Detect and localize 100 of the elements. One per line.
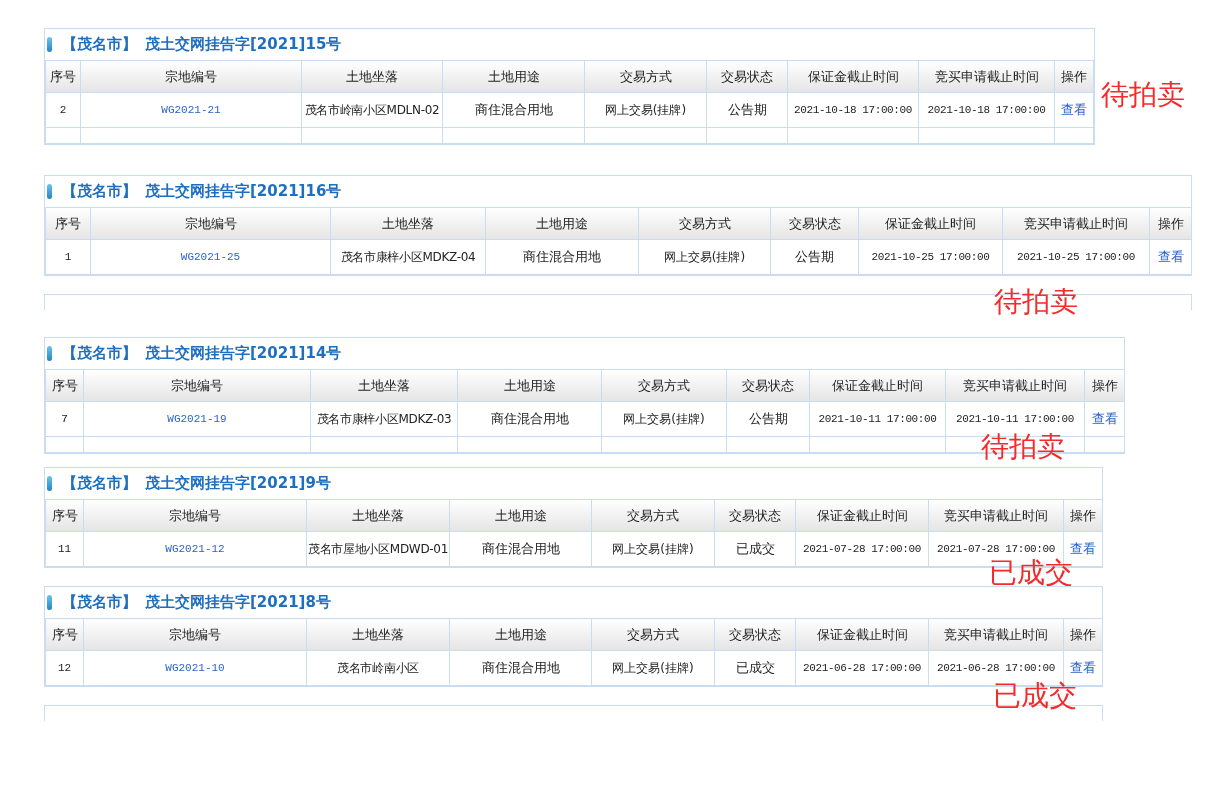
parcel-code-link[interactable]: WG2021-12: [165, 542, 225, 555]
land-location: 茂名市屋地小区MDWD-01: [307, 542, 449, 556]
application-deadline: 2021-10-11 17:00:00: [956, 412, 1074, 425]
column-header: 交易方式: [619, 68, 672, 84]
column-header: 竞买申请截止时间: [944, 507, 1048, 523]
column-header: 土地坐落: [358, 377, 410, 393]
land-location: 茂名市岭南小区MDLN-02: [304, 103, 440, 117]
column-header: 交易方式: [627, 507, 679, 523]
title-marker-icon: [47, 595, 52, 610]
row-number: 11: [57, 542, 72, 555]
title-marker-icon: [47, 37, 52, 52]
trade-status: 已成交: [735, 660, 775, 676]
notice-title: 茂土交网挂告字[2021]9号: [145, 473, 331, 495]
column-header: 宗地编号: [169, 626, 221, 642]
column-header: 土地用途: [487, 68, 540, 84]
trade-method: 网上交易(挂牌): [612, 661, 694, 675]
column-header: 交易状态: [742, 377, 794, 393]
column-header: 操作: [1070, 507, 1096, 523]
status-annotation: 待拍卖: [994, 288, 1078, 316]
application-deadline: 2021-06-28 17:00:00: [937, 661, 1055, 674]
column-header: 宗地编号: [165, 68, 217, 84]
column-header: 土地坐落: [346, 68, 398, 84]
column-header: 交易方式: [638, 377, 690, 393]
trade-status: 公告期: [795, 249, 834, 265]
land-use: 商住混合用地: [474, 102, 553, 118]
trade-method: 网上交易(挂牌): [623, 412, 705, 426]
column-header: 交易方式: [627, 626, 679, 642]
notice-title: 茂土交网挂告字[2021]16号: [145, 181, 342, 203]
column-header: 宗地编号: [184, 215, 237, 231]
column-header: 交易状态: [721, 68, 773, 84]
trade-method: 网上交易(挂牌): [663, 250, 746, 264]
title-marker-icon: [47, 476, 52, 491]
column-header: 土地用途: [536, 215, 588, 231]
column-header: 竞买申请截止时间: [934, 68, 1039, 84]
column-header: 土地坐落: [352, 507, 404, 523]
parcel-code-link[interactable]: WG2021-10: [165, 661, 225, 674]
column-header: 操作: [1061, 68, 1087, 84]
column-header: 宗地编号: [171, 377, 223, 393]
parcel-code-link[interactable]: WG2021-21: [161, 103, 221, 116]
column-header: 操作: [1070, 626, 1096, 642]
column-header: 土地坐落: [352, 626, 404, 642]
column-header: 操作: [1157, 215, 1184, 231]
region-label: 【茂名市】: [62, 34, 137, 56]
row-number: 1: [64, 250, 72, 263]
column-header: 土地用途: [494, 507, 547, 523]
trade-status: 公告期: [727, 102, 767, 118]
land-use: 商住混合用地: [481, 660, 560, 676]
column-header: 土地用途: [494, 626, 547, 642]
land-use: 商住混合用地: [481, 541, 560, 557]
deposit-deadline: 2021-10-11 17:00:00: [818, 412, 937, 425]
column-header: 序号: [51, 377, 78, 393]
trade-method: 网上交易(挂牌): [612, 542, 694, 556]
column-header: 竞买申请截止时间: [944, 626, 1048, 642]
land-use: 商住混合用地: [523, 249, 601, 265]
column-header: 宗地编号: [169, 507, 221, 523]
notice-title: 茂土交网挂告字[2021]14号: [145, 343, 342, 365]
column-header: 序号: [50, 68, 76, 84]
row-number: 2: [59, 103, 67, 116]
region-label: 【茂名市】: [62, 181, 137, 203]
region-label: 【茂名市】: [62, 592, 137, 614]
land-location: 茂名市康梓小区MDKZ-04: [340, 250, 476, 264]
column-header: 序号: [55, 215, 81, 231]
column-header: 保证金截止时间: [816, 507, 908, 523]
column-header: 竞买申请截止时间: [1024, 215, 1128, 231]
status-annotation: 待拍卖: [981, 433, 1065, 461]
application-deadline: 2021-10-18 17:00:00: [927, 103, 1046, 116]
column-header: 土地坐落: [382, 215, 434, 231]
trade-status: 已成交: [735, 541, 775, 557]
notice-title: 茂土交网挂告字[2021]15号: [145, 34, 342, 56]
status-annotation: 已成交: [993, 682, 1077, 710]
status-annotation: 已成交: [989, 559, 1073, 587]
deposit-deadline: 2021-06-28 17:00:00: [803, 661, 921, 674]
status-annotation: 待拍卖: [1101, 81, 1185, 109]
trade-status: 公告期: [748, 411, 788, 427]
land-location: 茂名市康梓小区MDKZ-03: [316, 412, 452, 426]
row-number: 12: [57, 661, 72, 674]
row-number: 7: [61, 412, 68, 425]
column-header: 序号: [51, 626, 78, 642]
column-header: 操作: [1091, 377, 1118, 393]
column-header: 保证金截止时间: [832, 377, 923, 393]
column-header: 交易方式: [678, 215, 731, 231]
land-location: 茂名市岭南小区: [337, 661, 419, 675]
region-label: 【茂名市】: [62, 473, 137, 495]
column-header: 保证金截止时间: [807, 68, 899, 84]
notice-title: 茂土交网挂告字[2021]8号: [145, 592, 331, 614]
land-use: 商住混合用地: [490, 411, 569, 427]
parcel-code-link[interactable]: WG2021-25: [180, 250, 241, 263]
deposit-deadline: 2021-10-25 17:00:00: [871, 250, 990, 263]
trade-method: 网上交易(挂牌): [604, 103, 687, 117]
deposit-deadline: 2021-10-18 17:00:00: [794, 103, 912, 116]
region-label: 【茂名市】: [62, 343, 137, 365]
column-header: 交易状态: [729, 626, 781, 642]
column-header: 序号: [51, 507, 78, 523]
column-header: 交易状态: [788, 215, 841, 231]
column-header: 竞买申请截止时间: [963, 377, 1067, 393]
column-header: 保证金截止时间: [816, 626, 908, 642]
parcel-code-link[interactable]: WG2021-19: [167, 412, 227, 425]
deposit-deadline: 2021-07-28 17:00:00: [803, 542, 921, 555]
title-marker-icon: [47, 184, 52, 199]
column-header: 土地用途: [503, 377, 556, 393]
